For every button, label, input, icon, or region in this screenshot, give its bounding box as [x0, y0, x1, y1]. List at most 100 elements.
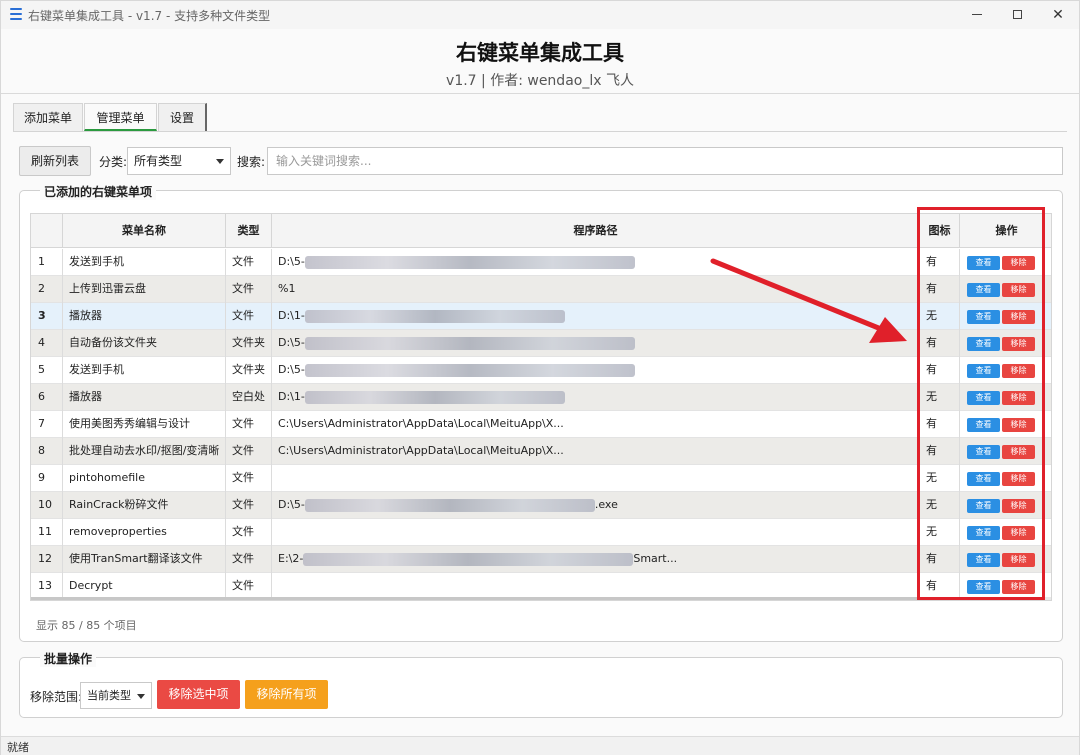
blurred-path-segment — [304, 336, 635, 350]
path-text: C:\Users\Administrator\AppData\Local\Mei… — [278, 444, 564, 457]
path-text: D:\5- — [278, 255, 305, 268]
row-index: 9 — [31, 465, 63, 492]
highlight-box — [917, 207, 1045, 600]
header-path[interactable]: 程序路径 — [272, 214, 920, 248]
remove-selected-button[interactable]: 移除选中项 — [157, 680, 240, 709]
path-text: C:\Users\Administrator\AppData\Local\Mei… — [278, 417, 564, 430]
program-path-cell: D:\5- .exe — [272, 492, 920, 519]
row-index: 4 — [31, 330, 63, 357]
group-title: 已添加的右键菜单项 — [40, 183, 157, 200]
search-label: 搜索: — [237, 155, 266, 169]
table-row[interactable]: 8 批处理自动去水印/抠图/变清晰 文件 C:\Users\Administrator… — [31, 438, 1051, 465]
header-name[interactable]: 菜单名称 — [63, 214, 226, 248]
row-index: 13 — [31, 573, 63, 600]
program-path-cell: E:\2- Smart... — [272, 546, 920, 573]
minimize-icon[interactable] — [964, 5, 990, 25]
menu-type-cell: 文件 — [226, 519, 272, 546]
category-select-value: 所有类型 — [134, 154, 183, 168]
header-type[interactable]: 类型 — [226, 214, 272, 248]
menu-type-cell: 空白处 — [226, 384, 272, 411]
table-row[interactable]: 7 使用美图秀秀编辑与设计 文件 C:\Users\Administrator\App… — [31, 411, 1051, 438]
menu-type-cell: 文件 — [226, 438, 272, 465]
status-bar: 就绪 — [1, 736, 1079, 755]
tab-divider — [13, 131, 1067, 132]
table-row[interactable]: 12 使用TranSmart翻译该文件 文件 E:\2- Smart... 有查看 移除 — [31, 546, 1051, 573]
row-index: 2 — [31, 276, 63, 303]
table-row[interactable]: 11 removeproperties 文件无查看 移除 — [31, 519, 1051, 546]
chevron-down-icon — [216, 159, 224, 164]
maximize-icon[interactable] — [1004, 5, 1030, 25]
category-select[interactable]: 所有类型 — [127, 147, 231, 175]
row-index: 12 — [31, 546, 63, 573]
menu-type-cell: 文件 — [226, 303, 272, 330]
blurred-path-segment — [304, 255, 635, 269]
menu-type-cell: 文件 — [226, 249, 272, 276]
menu-type-cell: 文件 — [226, 573, 272, 600]
title-bar: 右键菜单集成工具 - v1.7 - 支持多种文件类型 ✕ — [1, 1, 1079, 29]
batch-group-title: 批量操作 — [40, 650, 97, 667]
search-input[interactable] — [267, 147, 1063, 175]
path-text: D:\5- — [278, 336, 305, 349]
menu-name-cell: 播放器 — [63, 384, 226, 411]
program-path-cell — [272, 465, 920, 492]
path-text: D:\1- — [278, 390, 305, 403]
arrow-annotation — [710, 258, 907, 343]
path-suffix: Smart... — [633, 552, 678, 565]
path-text: D:\5- — [278, 363, 305, 376]
path-text: D:\1- — [278, 309, 305, 322]
path-suffix: .exe — [594, 498, 618, 511]
menu-name-cell: 发送到手机 — [63, 357, 226, 384]
row-index: 7 — [31, 411, 63, 438]
menu-type-cell: 文件 — [226, 411, 272, 438]
row-index: 3 — [31, 303, 63, 330]
table-row[interactable]: 5 发送到手机 文件夹 D:\5- 有查看 移除 — [31, 357, 1051, 384]
app-title: 右键菜单集成工具 — [456, 41, 624, 65]
row-index: 6 — [31, 384, 63, 411]
close-icon[interactable]: ✕ — [1045, 5, 1071, 25]
menu-name-cell: 播放器 — [63, 303, 226, 330]
window-title: 右键菜单集成工具 - v1.7 - 支持多种文件类型 — [28, 9, 271, 23]
status-text: 就绪 — [7, 741, 29, 754]
menu-name-cell: Decrypt — [63, 573, 226, 600]
tab-add-menu[interactable]: 添加菜单 — [13, 103, 83, 131]
row-index: 10 — [31, 492, 63, 519]
row-index: 8 — [31, 438, 63, 465]
menu-name-cell: 批处理自动去水印/抠图/变清晰 — [63, 438, 226, 465]
blurred-path-segment — [304, 390, 565, 404]
menu-name-cell: RainCrack粉碎文件 — [63, 492, 226, 519]
menu-type-cell: 文件 — [226, 492, 272, 519]
menu-type-cell: 文件 — [226, 276, 272, 303]
horizontal-scrollbar[interactable] — [31, 597, 1051, 600]
row-index: 11 — [31, 519, 63, 546]
row-index: 5 — [31, 357, 63, 384]
program-path-cell: C:\Users\Administrator\AppData\Local\Mei… — [272, 411, 920, 438]
header-divider — [1, 93, 1079, 94]
table-row[interactable]: 9 pintohomefile 文件无查看 移除 — [31, 465, 1051, 492]
menu-type-cell: 文件 — [226, 465, 272, 492]
menu-name-cell: pintohomefile — [63, 465, 226, 492]
table-row[interactable]: 6 播放器 空白处 D:\1- 无查看 移除 — [31, 384, 1051, 411]
app-window: 右键菜单集成工具 - v1.7 - 支持多种文件类型 ✕ 右键菜单集成工具 v1… — [0, 0, 1080, 755]
row-index: 1 — [31, 249, 63, 276]
menu-name-cell: 发送到手机 — [63, 249, 226, 276]
refresh-list-button[interactable]: 刷新列表 — [19, 146, 91, 176]
app-header: 右键菜单集成工具 v1.7 | 作者: wendao_lx 飞人 — [1, 29, 1079, 93]
chevron-down-icon — [137, 694, 145, 699]
menu-name-cell: 使用美图秀秀编辑与设计 — [63, 411, 226, 438]
range-select[interactable]: 当前类型 — [80, 682, 152, 709]
menu-name-cell: 使用TranSmart翻译该文件 — [63, 546, 226, 573]
item-count: 显示 85 / 85 个项目 — [36, 619, 137, 632]
program-path-cell — [272, 519, 920, 546]
table-row[interactable]: 13 Decrypt 文件有查看 移除 — [31, 573, 1051, 600]
menu-name-cell: 上传到迅雷云盘 — [63, 276, 226, 303]
tab-manage-menu[interactable]: 管理菜单 — [84, 103, 157, 131]
menu-type-cell: 文件夹 — [226, 357, 272, 384]
remove-all-button[interactable]: 移除所有项 — [245, 680, 328, 709]
tab-settings[interactable]: 设置 — [158, 103, 207, 131]
menu-name-cell: 自动备份该文件夹 — [63, 330, 226, 357]
path-text: %1 — [278, 282, 296, 295]
program-path-cell: C:\Users\Administrator\AppData\Local\Mei… — [272, 438, 920, 465]
table-row[interactable]: 10 RainCrack粉碎文件 文件 D:\5- .exe 无查看 移除 — [31, 492, 1051, 519]
menu-type-cell: 文件 — [226, 546, 272, 573]
menu-lines-icon — [10, 8, 22, 22]
